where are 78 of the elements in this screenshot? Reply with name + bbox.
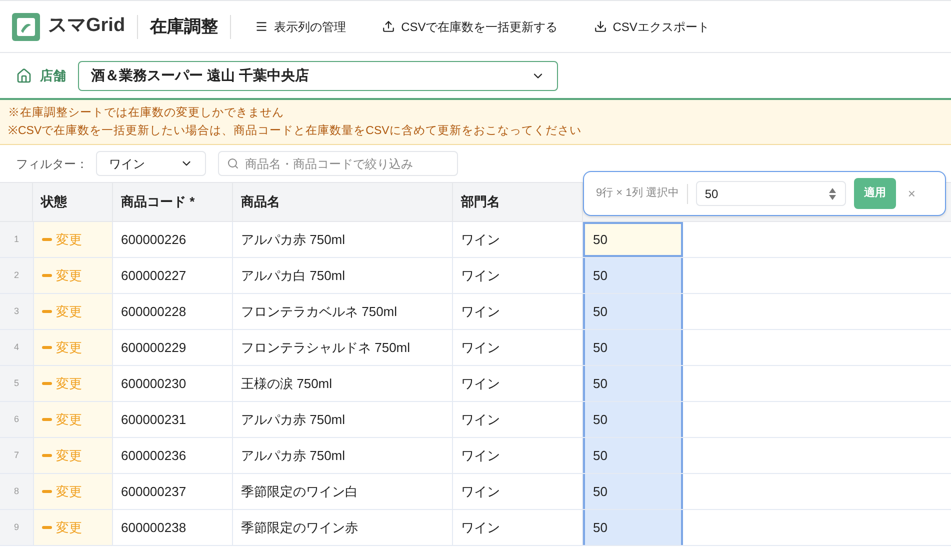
table-cell: 600000238	[113, 510, 233, 545]
table-cell: 600000227	[113, 258, 233, 293]
table-cell[interactable]: 50	[583, 438, 683, 473]
row-number: 7	[0, 438, 33, 473]
table-cell: 600000237	[113, 474, 233, 509]
search-field[interactable]: 商品名・商品コードで絞り込み	[218, 151, 458, 176]
search-icon	[227, 157, 239, 170]
logo-icon	[12, 12, 40, 40]
status-text: 変更	[56, 230, 82, 249]
table-cell: 600000228	[113, 294, 233, 329]
download-icon	[594, 20, 607, 33]
toolbar-button[interactable]: CSVエクスポート	[582, 10, 722, 42]
table-cell[interactable]: 50	[583, 510, 683, 545]
status-text: 変更	[56, 410, 82, 429]
notice-text: ※CSVで在庫数を一括更新したい場合は、商品コードと在庫数量をCSVに含めて更新をおこなってください	[8, 123, 582, 139]
row-number: 3	[0, 294, 33, 329]
menu-icon	[255, 20, 268, 33]
dash-icon	[42, 382, 52, 385]
dash-icon	[42, 454, 52, 457]
dash-icon	[42, 238, 52, 241]
table-cell: フロンテラカベルネ 750ml	[233, 294, 453, 329]
row-number: 1	[0, 222, 33, 257]
toolbar-button[interactable]: 表示列の管理	[243, 10, 358, 42]
table-cell[interactable]: 50	[583, 258, 683, 293]
status-text: 変更	[56, 374, 82, 393]
table-cell: フロンテラシャルドネ 750ml	[233, 330, 453, 365]
status-text: 変更	[56, 302, 82, 321]
filter-label: フィルター：	[16, 156, 88, 172]
table-cell: 季節限定のワイン赤	[233, 510, 453, 545]
dash-icon	[42, 274, 52, 277]
spinner-icon	[828, 186, 837, 202]
dash-icon	[42, 526, 52, 529]
table-cell[interactable]: 50	[583, 366, 683, 401]
notice-text: ※在庫調整シートでは在庫数の変更しかできません	[8, 105, 285, 121]
table-cell[interactable]: 50	[583, 402, 683, 437]
status-text: 変更	[56, 518, 82, 537]
table-cell: 600000231	[113, 402, 233, 437]
table-cell: アルパカ赤 750ml	[233, 402, 453, 437]
column-header[interactable]: 商品コード *	[113, 183, 233, 221]
table-cell: 600000230	[113, 366, 233, 401]
table-cell: 季節限定のワイン白	[233, 474, 453, 509]
table-cell: 600000229	[113, 330, 233, 365]
column-header[interactable]: 状態	[33, 183, 113, 221]
table-cell[interactable]: 50	[583, 330, 683, 365]
table-cell: アルパカ赤 750ml	[233, 438, 453, 473]
toolbar-button[interactable]: CSVで在庫数を一括更新する	[370, 10, 570, 42]
table-cell: 600000236	[113, 438, 233, 473]
home-icon	[16, 68, 32, 84]
dash-icon	[42, 346, 52, 349]
row-number: 8	[0, 474, 33, 509]
status-text: 変更	[56, 338, 82, 357]
table-cell: アルパカ白 750ml	[233, 258, 453, 293]
filter-select[interactable]: ワイン	[96, 151, 206, 176]
store-label: 店舗	[40, 66, 66, 85]
table-cell[interactable]: 50	[583, 222, 683, 257]
row-number: 4	[0, 330, 33, 365]
status-text: 変更	[56, 446, 82, 465]
store-select[interactable]: 酒＆業務スーパー 遠山 千葉中央店	[78, 60, 558, 90]
upload-icon	[382, 20, 396, 33]
app-name: スマGrid	[48, 14, 126, 38]
row-number: 2	[0, 258, 33, 293]
dash-icon	[42, 418, 52, 421]
status-text: 変更	[56, 266, 82, 285]
dash-icon	[42, 310, 52, 313]
table-cell[interactable]: 50	[583, 474, 683, 509]
table-cell[interactable]: 50	[583, 294, 683, 329]
column-header[interactable]: 商品名	[233, 183, 453, 221]
row-number: 6	[0, 402, 33, 437]
table-cell: アルパカ赤 750ml	[233, 222, 453, 257]
dash-icon	[42, 490, 52, 493]
selection-text: 9行 × 1列 選択中	[596, 186, 679, 202]
status-text: 変更	[56, 482, 82, 501]
table-cell: 600000226	[113, 222, 233, 257]
row-number: 9	[0, 510, 33, 545]
value-field[interactable]: 50	[696, 181, 846, 206]
page-title: 在庫調整	[150, 16, 218, 38]
row-number: 5	[0, 366, 33, 401]
table-cell: 王様の涙 750ml	[233, 366, 453, 401]
